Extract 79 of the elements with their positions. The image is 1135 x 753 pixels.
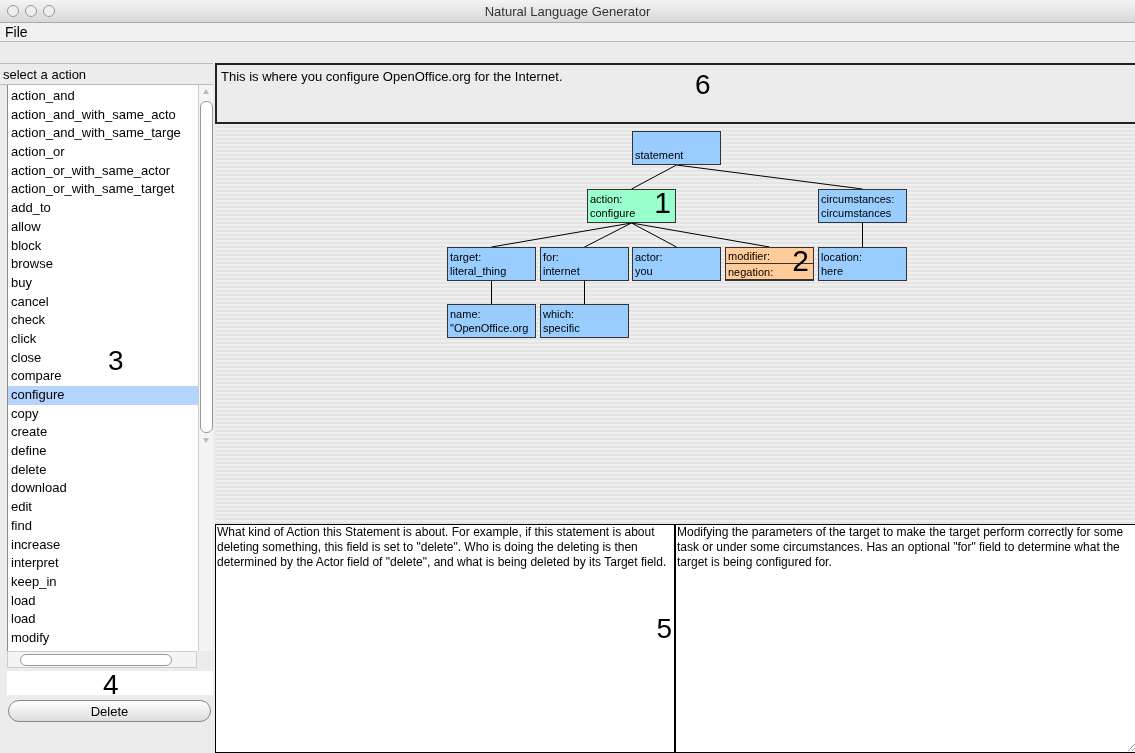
list-header: select a action: [0, 63, 213, 85]
list-item[interactable]: block: [8, 236, 45, 256]
list-item[interactable]: action_or_with_same_actor: [8, 161, 173, 181]
list-item[interactable]: cancel: [8, 292, 52, 312]
sentence-text: This is where you configure OpenOffice.org for the Internet.: [221, 69, 563, 84]
horizontal-scrollbar[interactable]: [7, 651, 197, 668]
list-item[interactable]: modify: [8, 628, 53, 648]
callout-number: 1: [654, 188, 671, 218]
node-label: literal_thing: [450, 264, 507, 278]
scroll-down-icon[interactable]: [201, 435, 211, 445]
resize-grip-icon[interactable]: [1126, 742, 1135, 752]
node-label: for:: [543, 250, 559, 264]
input-field[interactable]: 4: [7, 671, 213, 695]
node-label: target:: [450, 250, 482, 264]
vertical-scrollbar[interactable]: [198, 85, 213, 651]
window-title: Natural Language Generator: [483, 3, 652, 19]
list-item[interactable]: configure: [8, 386, 198, 405]
list-item[interactable]: action_or_with_same_target: [8, 180, 178, 200]
tree-node[interactable]: action: configure 1: [587, 189, 676, 223]
list-item[interactable]: browse: [8, 255, 56, 274]
list-item[interactable]: edit: [8, 498, 35, 517]
tree-node[interactable]: for: internet: [540, 247, 629, 281]
node-label: circumstances: [821, 206, 892, 220]
connector-line: [862, 222, 863, 248]
node-label: name:: [450, 307, 481, 321]
tree-node[interactable]: circumstances: circumstances: [818, 189, 907, 223]
node-label: statement: [635, 148, 684, 162]
node-label: action:: [590, 192, 623, 206]
connector-line: [584, 280, 585, 305]
callout-number: 6: [695, 71, 711, 99]
list-item[interactable]: load: [8, 610, 39, 629]
delete-button[interactable]: Delete: [8, 700, 211, 722]
list-item[interactable]: compare: [8, 367, 65, 386]
node-label: actor:: [635, 250, 663, 264]
node-label: "OpenOffice.org: [450, 321, 529, 335]
node-label: which:: [543, 307, 575, 321]
node-label: configure: [590, 206, 636, 220]
tree-node[interactable]: statement: [632, 131, 721, 165]
menu-item[interactable]: File: [0, 24, 34, 40]
list-item[interactable]: delete: [8, 460, 50, 480]
list-item[interactable]: allow: [8, 217, 44, 237]
tree-node[interactable]: target: literal_thing: [447, 247, 536, 281]
list-item[interactable]: action_and: [8, 87, 78, 106]
description-text: What kind of Action this Statement is about. For example, if this statement is about deleting something, this field is set to "delete". Who is doing the deleting is then determined by the Actor field of "delete", and what is being deleted by its Target field.: [217, 525, 667, 569]
window-control-icon[interactable]: [7, 5, 19, 17]
node-label: specific: [543, 321, 580, 335]
list-item[interactable]: close: [8, 348, 45, 368]
window-control-icon[interactable]: [25, 5, 37, 17]
list-item[interactable]: keep_in: [8, 572, 60, 592]
window-control-icon[interactable]: [43, 5, 55, 17]
list-item[interactable]: buy: [8, 273, 35, 293]
list-item[interactable]: interpret: [8, 554, 62, 573]
list-item[interactable]: increase: [8, 535, 64, 555]
list-item[interactable]: check: [8, 311, 48, 330]
description-text: Modifying the parameters of the target to make the target perform correctly for some task or under some circumstances. Has an optional "for" field to determine what the target is being configured for.: [677, 525, 1124, 569]
scroll-up-icon[interactable]: [201, 87, 211, 97]
node-label: you: [635, 264, 653, 278]
list-item[interactable]: define: [8, 442, 50, 461]
callout-number: 3: [108, 347, 124, 375]
tree-node[interactable]: which: specific: [540, 304, 629, 338]
node-label: location:: [821, 250, 862, 264]
list-item[interactable]: load: [8, 591, 39, 611]
node-label: here: [821, 264, 844, 278]
list-item[interactable]: add_to: [8, 199, 54, 218]
list-item[interactable]: action_and_with_same_acto: [8, 105, 179, 125]
list-item[interactable]: action_and_with_same_targe: [8, 124, 184, 144]
tree-node[interactable]: location: here: [818, 247, 907, 281]
list-item[interactable]: action_or: [8, 143, 68, 162]
tree-node[interactable]: actor: you: [632, 247, 721, 281]
list-item[interactable]: click: [8, 329, 40, 349]
connector-line: [491, 280, 492, 305]
tree-node[interactable]: name: "OpenOffice.org: [447, 304, 536, 338]
node-label: circumstances:: [821, 192, 895, 206]
list-item[interactable]: download: [8, 479, 70, 499]
callout-number: 5: [656, 615, 672, 643]
list-item[interactable]: copy: [8, 404, 42, 424]
list-item[interactable]: create: [8, 423, 51, 443]
list-item[interactable]: find: [8, 516, 35, 536]
node-label: internet: [543, 264, 580, 278]
